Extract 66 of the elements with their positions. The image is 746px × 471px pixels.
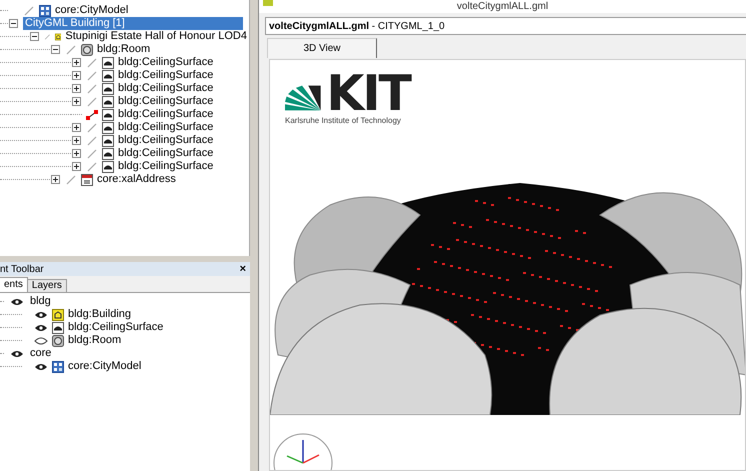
layer-item[interactable]: bldg:Room <box>66 334 124 347</box>
expand-icon[interactable] <box>72 58 81 67</box>
ceiling-surface-icon <box>102 70 114 82</box>
window-title: volteCitygmlALL.gml <box>456 0 548 13</box>
expand-icon[interactable] <box>72 123 81 132</box>
tree-item[interactable]: bldg:CeilingSurface <box>116 108 216 121</box>
layer-item[interactable]: bldg:CeilingSurface <box>66 321 166 334</box>
expand-icon[interactable] <box>51 175 60 184</box>
file-path: volteCitygmlALL.gml - CITYGML_1_0 <box>269 20 445 32</box>
city-model-icon <box>52 360 64 372</box>
layer-item[interactable]: bldg:Building <box>66 308 133 321</box>
ceiling-surface-icon <box>102 82 114 94</box>
expand-icon[interactable] <box>72 162 81 171</box>
eye-icon[interactable] <box>34 310 48 318</box>
panel-tab[interactable]: Layers <box>26 279 67 292</box>
app-icon <box>263 0 273 6</box>
collapse-icon[interactable] <box>30 32 39 41</box>
collapse-icon[interactable] <box>51 45 60 54</box>
expand-icon[interactable] <box>72 136 81 145</box>
tree-item[interactable]: bldg:CeilingSurface <box>116 69 216 82</box>
tree-item[interactable]: bldg:CeilingSurface <box>116 82 216 95</box>
view-tab[interactable]: 3D View <box>267 38 377 58</box>
expand-icon[interactable] <box>72 84 81 93</box>
ceiling-surface-icon <box>52 322 64 334</box>
ceiling-surface-icon <box>102 56 114 68</box>
tree-item[interactable]: core:xalAddress <box>95 173 178 186</box>
city-model-icon <box>39 4 51 16</box>
eye-icon[interactable] <box>34 324 48 332</box>
hidden-eye-icon[interactable] <box>34 336 48 344</box>
tree-item[interactable]: bldg:CeilingSurface <box>116 56 216 69</box>
layer-item[interactable]: core:CityModel <box>66 360 144 373</box>
layer-item[interactable]: bldg <box>28 295 53 308</box>
logo-caption: Karlsruhe Institute of Technology <box>285 116 402 125</box>
ceiling-surface-icon <box>102 122 114 134</box>
axis-gizmo-drawing <box>272 432 334 470</box>
tree-item[interactable]: bldg:CeilingSurface <box>116 147 216 160</box>
tree-item[interactable]: CityGML Building [1] <box>23 17 243 30</box>
expand-icon[interactable] <box>72 149 81 158</box>
eye-icon[interactable] <box>10 298 24 306</box>
tree-item[interactable]: bldg:CeilingSurface <box>116 121 216 134</box>
room-icon <box>81 44 93 56</box>
ceiling-surface-icon <box>102 96 114 108</box>
building-icon <box>54 30 62 42</box>
logo-text: KIT <box>326 74 410 114</box>
panel-title: nt Toolbar <box>0 264 44 274</box>
ceiling-surface-icon <box>102 160 114 172</box>
layer-item[interactable]: core <box>28 347 54 360</box>
room-icon <box>52 334 64 346</box>
tree-item[interactable]: bldg:Room <box>95 43 152 56</box>
close-button[interactable]: × <box>240 263 246 275</box>
tree-item[interactable]: Stupinigi Estate Hall of Honour LOD4 <box>63 30 249 43</box>
panel-tab[interactable]: ents <box>0 277 28 292</box>
tree-item[interactable]: bldg:CeilingSurface <box>116 134 216 147</box>
eye-icon[interactable] <box>34 362 48 370</box>
collapse-icon[interactable] <box>9 19 18 28</box>
ceiling-surface-icon <box>102 134 114 146</box>
expand-icon[interactable] <box>72 97 81 106</box>
ceiling-surface-icon <box>102 148 114 160</box>
eye-icon[interactable] <box>10 350 24 358</box>
tree-item[interactable]: bldg:CeilingSurface <box>116 160 216 173</box>
tree-item[interactable]: bldg:CeilingSurface <box>116 95 216 108</box>
building-icon <box>52 308 64 320</box>
address-icon <box>81 174 93 186</box>
tree-item[interactable]: core:CityModel <box>53 4 130 17</box>
expand-icon[interactable] <box>72 71 81 80</box>
ceiling-surface-icon <box>102 108 114 120</box>
